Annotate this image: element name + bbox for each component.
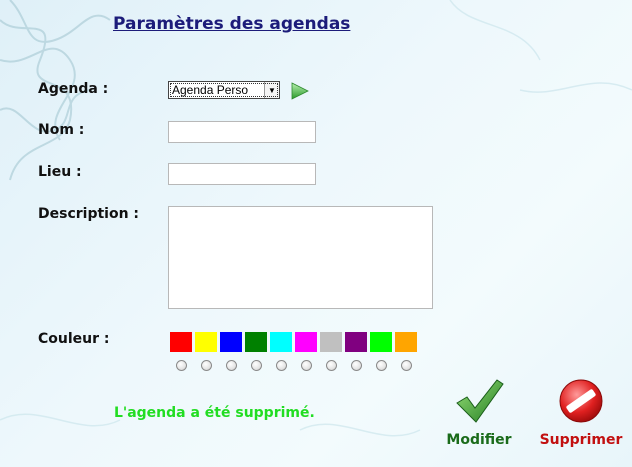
agenda-select-value: Agenda Perso xyxy=(172,83,249,97)
color-radio[interactable] xyxy=(401,360,412,371)
checkmark-icon xyxy=(456,379,504,423)
nom-label: Nom : xyxy=(38,122,85,138)
modify-label: Modifier xyxy=(446,432,512,448)
color-radio[interactable] xyxy=(176,360,187,371)
color-swatch xyxy=(395,332,417,352)
color-swatch xyxy=(370,332,392,352)
delete-button[interactable]: Supprimer xyxy=(536,376,626,448)
color-swatch xyxy=(170,332,192,352)
agenda-select[interactable]: Agenda Perso ▼ xyxy=(168,81,280,99)
color-swatch xyxy=(195,332,217,352)
description-textarea[interactable] xyxy=(168,206,433,309)
status-message: L'agenda a été supprimé. xyxy=(114,405,315,421)
color-radio[interactable] xyxy=(276,360,287,371)
modify-button[interactable]: Modifier xyxy=(444,376,514,448)
description-label: Description : xyxy=(38,206,140,222)
chevron-down-icon[interactable]: ▼ xyxy=(264,82,279,98)
color-radio[interactable] xyxy=(201,360,212,371)
color-swatch xyxy=(345,332,367,352)
color-swatch xyxy=(220,332,242,352)
color-radio[interactable] xyxy=(301,360,312,371)
nom-input[interactable] xyxy=(168,121,316,143)
lieu-input[interactable] xyxy=(168,163,316,185)
color-swatch xyxy=(245,332,267,352)
color-radio[interactable] xyxy=(326,360,337,371)
color-radio[interactable] xyxy=(376,360,387,371)
color-radio[interactable] xyxy=(251,360,262,371)
color-swatch xyxy=(295,332,317,352)
no-entry-icon xyxy=(559,379,603,423)
delete-label: Supprimer xyxy=(539,432,623,448)
couleur-label: Couleur : xyxy=(38,331,110,347)
lieu-label: Lieu : xyxy=(38,164,82,180)
page-title: Paramètres des agendas xyxy=(113,14,351,34)
color-swatch xyxy=(270,332,292,352)
color-swatch xyxy=(320,332,342,352)
color-radio[interactable] xyxy=(351,360,362,371)
agenda-label: Agenda : xyxy=(38,81,109,97)
play-arrow-icon[interactable] xyxy=(290,82,310,100)
color-radio[interactable] xyxy=(226,360,237,371)
